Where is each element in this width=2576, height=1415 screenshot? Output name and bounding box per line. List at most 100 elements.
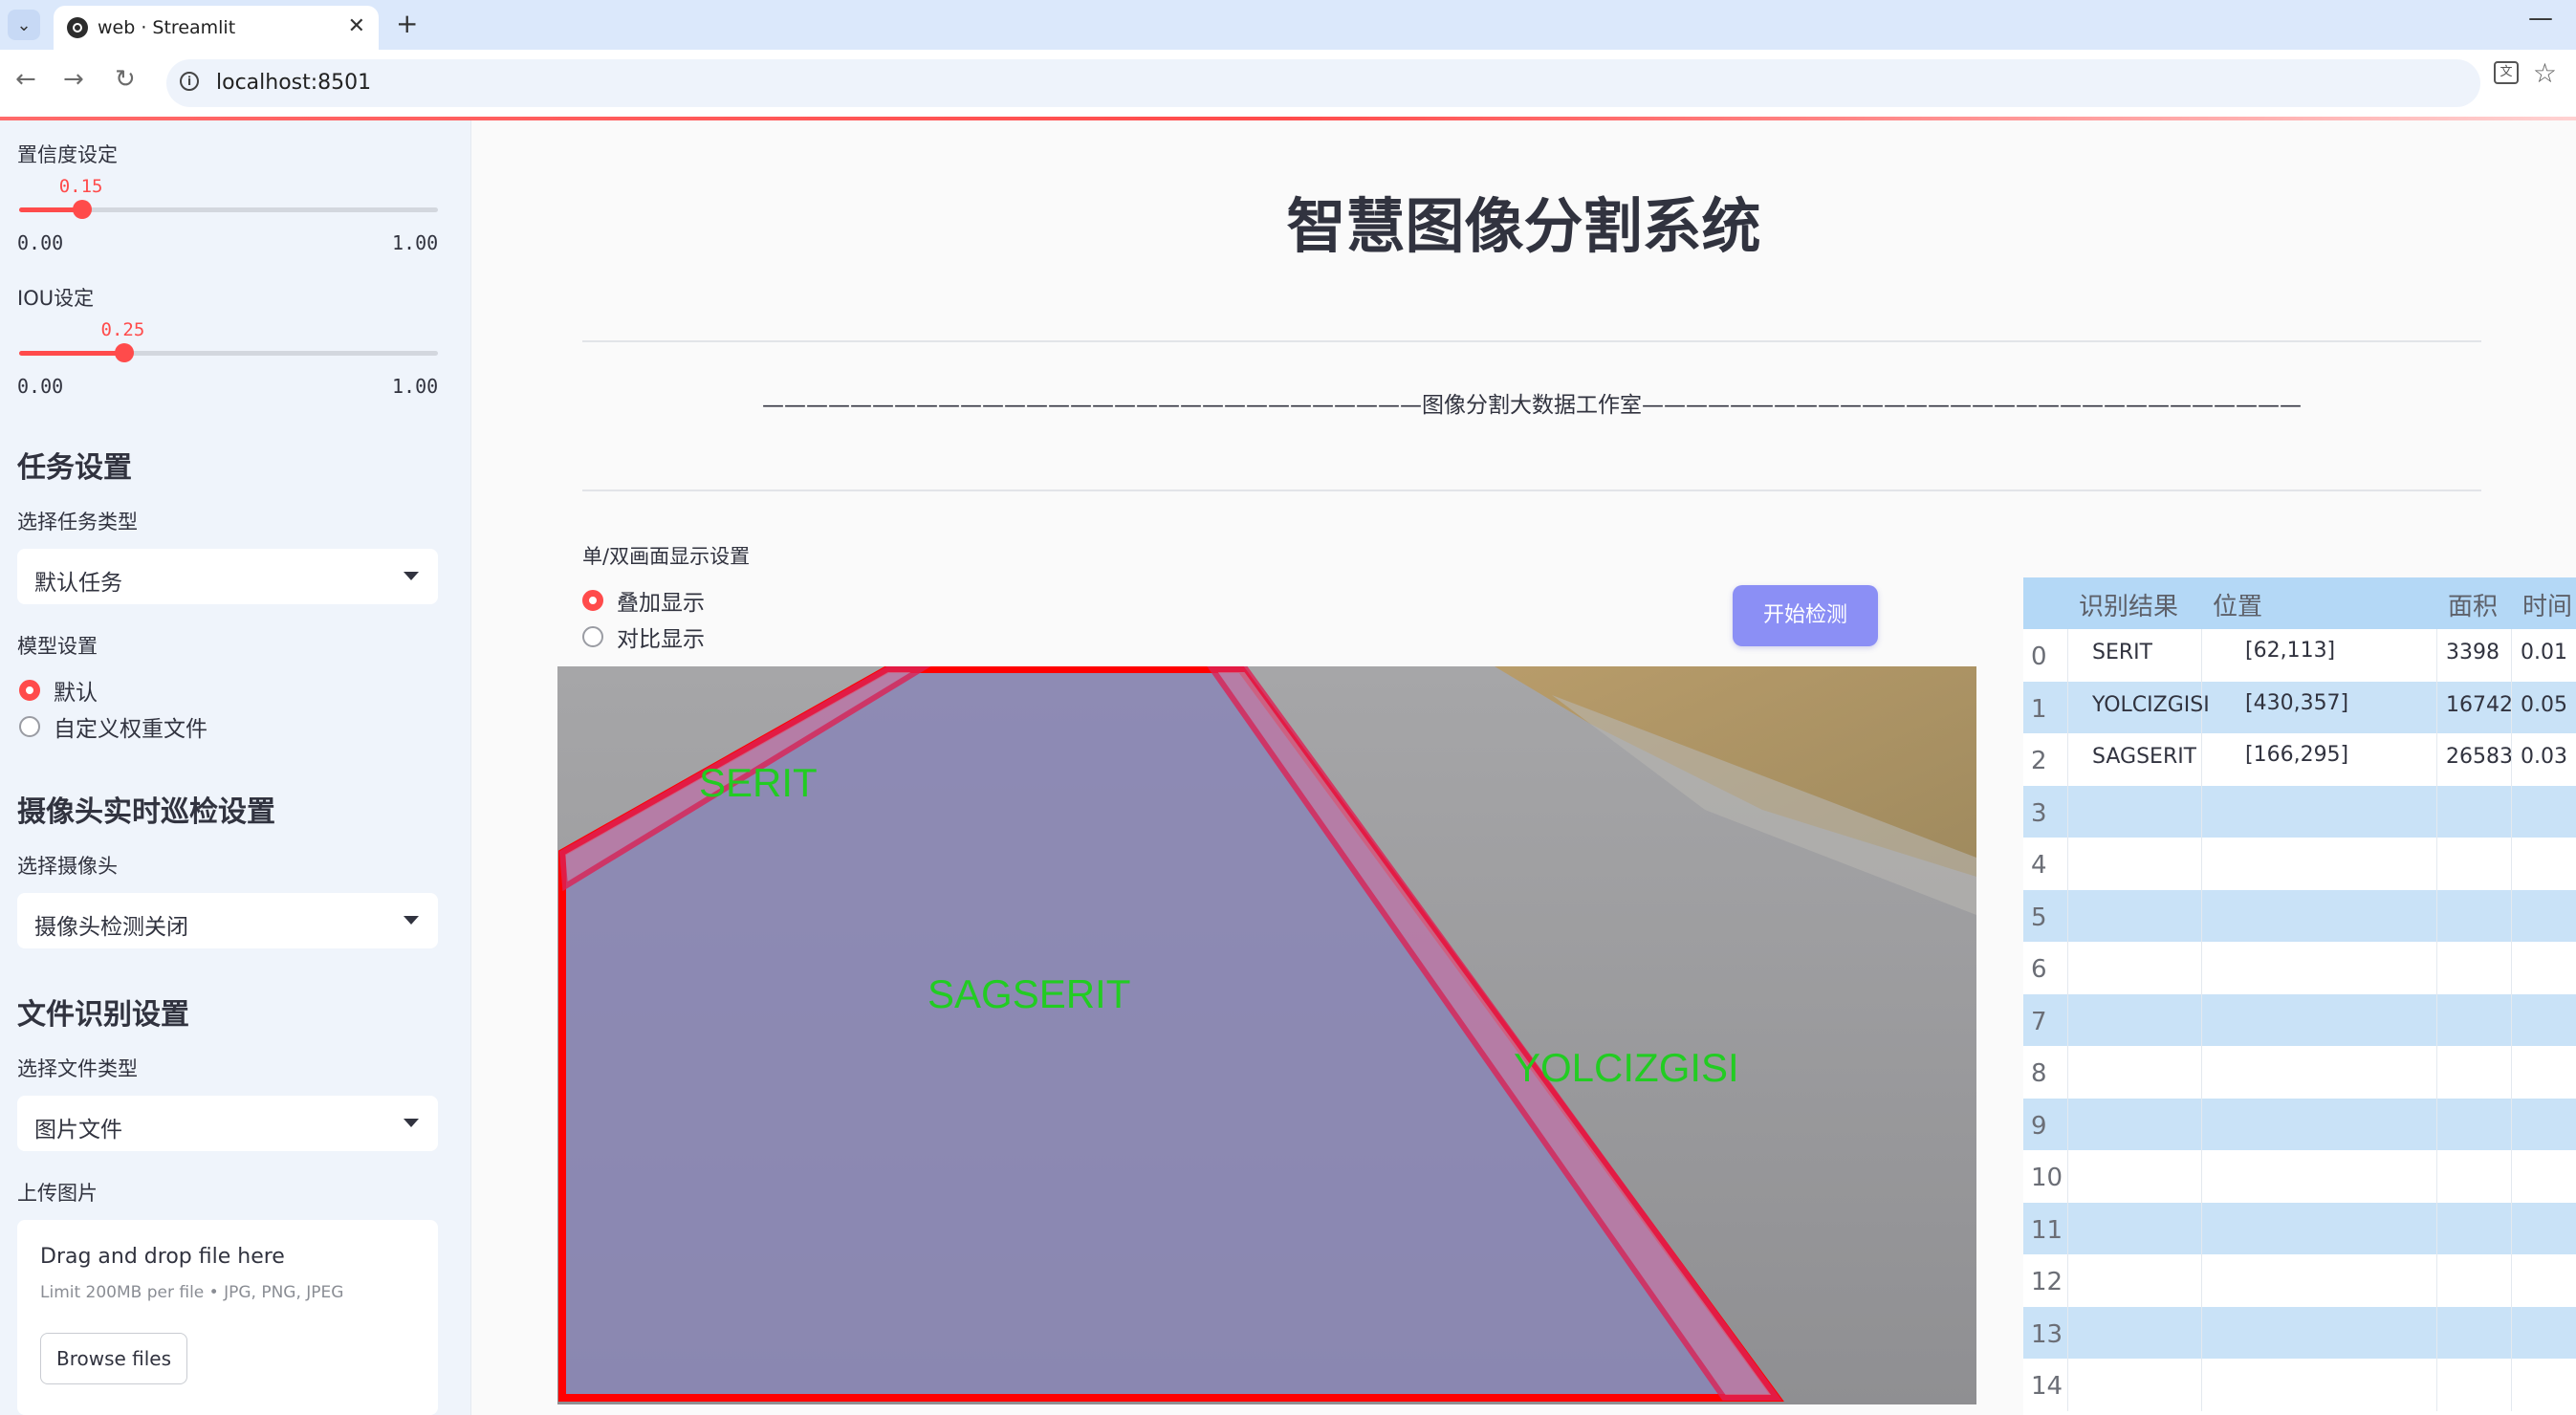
model-option-label: 自定义权重文件: [54, 717, 207, 742]
table-row[interactable]: 8: [2023, 1046, 2576, 1099]
results-table[interactable]: 识别结果 位置 面积 时间 0 SERIT [62,113] 3398 0.01 1 YOLCIZG…: [2023, 577, 2576, 1415]
confidence-slider-thumb[interactable]: [72, 200, 92, 219]
task-type-select[interactable]: 默认任务: [17, 549, 438, 604]
model-option-default[interactable]: 默认: [19, 675, 98, 706]
cell-area: 265838: [2446, 745, 2511, 769]
address-bar[interactable]: i localhost:8501: [166, 59, 2480, 107]
table-row[interactable]: 10: [2023, 1150, 2576, 1203]
grid-line: [2511, 785, 2512, 838]
row-index: 12: [2031, 1268, 2063, 1296]
column-header[interactable]: 时间: [2522, 587, 2572, 622]
radio-selected-icon[interactable]: [19, 680, 40, 701]
row-index: 1: [2031, 694, 2047, 724]
close-icon[interactable]: ✕: [348, 14, 365, 38]
new-tab-icon[interactable]: +: [396, 8, 418, 39]
grid-line: [2511, 993, 2512, 1046]
cell-result: YOLCIZGISI: [2092, 692, 2210, 717]
table-row[interactable]: 11: [2023, 1202, 2576, 1254]
browse-files-button[interactable]: Browse files: [40, 1333, 187, 1384]
grid-line: [2201, 889, 2202, 942]
table-row[interactable]: 9: [2023, 1098, 2576, 1150]
camera-heading: 摄像头实时巡检设置: [17, 795, 275, 829]
grid-line: [2511, 1098, 2512, 1150]
row-index: 5: [2031, 903, 2047, 932]
table-row[interactable]: 5: [2023, 889, 2576, 942]
cell-time: 0.03: [2521, 745, 2567, 769]
url-text[interactable]: localhost:8501: [216, 71, 371, 95]
camera-value: 摄像头检测关闭: [34, 915, 188, 940]
grid-line: [2436, 1046, 2437, 1099]
back-icon[interactable]: ←: [15, 65, 36, 94]
grid-line: [2436, 993, 2437, 1046]
iou-slider[interactable]: [19, 343, 438, 362]
column-header[interactable]: 位置: [2213, 587, 2262, 622]
table-row[interactable]: 6: [2023, 942, 2576, 994]
file-heading: 文件识别设置: [17, 998, 189, 1032]
cell-result: SERIT: [2092, 641, 2153, 664]
grid-line: [2436, 1306, 2437, 1359]
grid-line: [2201, 1046, 2202, 1099]
grid-line: [2067, 889, 2068, 942]
table-row[interactable]: 0 SERIT [62,113] 3398 0.01: [2023, 629, 2576, 682]
confidence-slider[interactable]: [19, 200, 438, 219]
grid-line: [2436, 629, 2437, 682]
table-row[interactable]: 13: [2023, 1306, 2576, 1359]
radio-unselected-icon[interactable]: [582, 626, 603, 647]
tab-search-button[interactable]: ⌄: [8, 10, 40, 40]
grid-line: [2067, 1359, 2068, 1411]
table-row[interactable]: 3: [2023, 785, 2576, 838]
minimize-icon[interactable]: —: [2528, 4, 2553, 33]
chevron-down-icon: [404, 572, 419, 580]
column-header[interactable]: 识别结果: [2079, 587, 2178, 622]
table-row[interactable]: 12: [2023, 1254, 2576, 1307]
display-option-overlay[interactable]: 叠加显示: [582, 585, 705, 616]
browser-tab[interactable]: web · Streamlit ✕: [54, 6, 379, 50]
grid-line: [2067, 993, 2068, 1046]
bookmark-star-icon[interactable]: ☆: [2533, 57, 2557, 89]
grid-line: [2511, 1150, 2512, 1203]
row-index: 14: [2031, 1372, 2063, 1401]
grid-line: [2511, 942, 2512, 994]
radio-selected-icon[interactable]: [582, 590, 603, 611]
translate-icon[interactable]: 文: [2494, 61, 2519, 84]
row-index: 9: [2031, 1111, 2047, 1141]
grid-line: [2511, 681, 2512, 733]
grid-line: [2201, 629, 2202, 682]
chevron-down-icon: [404, 1119, 419, 1127]
forward-icon[interactable]: →: [63, 65, 84, 94]
table-row[interactable]: 7: [2023, 993, 2576, 1046]
cell-area: 16742: [2446, 692, 2511, 717]
table-row[interactable]: 2 SAGSERIT [166,295] 265838 0.03: [2023, 733, 2576, 786]
grid-line: [2201, 785, 2202, 838]
table-row[interactable]: 14: [2023, 1359, 2576, 1411]
camera-select[interactable]: 摄像头检测关闭: [17, 893, 438, 948]
radio-unselected-icon[interactable]: [19, 716, 40, 737]
grid-line: [2201, 1150, 2202, 1203]
iou-label: IOU设定: [17, 287, 95, 310]
column-header[interactable]: 面积: [2448, 587, 2498, 622]
grid-line: [2067, 733, 2068, 786]
file-type-select[interactable]: 图片文件: [17, 1096, 438, 1151]
table-row[interactable]: 4: [2023, 838, 2576, 890]
grid-line: [2436, 733, 2437, 786]
table-row[interactable]: 1 YOLCIZGISI [430,357] 16742 0.05: [2023, 681, 2576, 733]
model-option-custom[interactable]: 自定义权重文件: [19, 711, 207, 742]
start-detection-button[interactable]: 开始检测: [1733, 585, 1878, 646]
reload-icon[interactable]: ↻: [115, 65, 136, 94]
grid-line: [2201, 1306, 2202, 1359]
grid-line: [2436, 838, 2437, 890]
grid-line: [2511, 1202, 2512, 1254]
file-dropzone[interactable]: Drag and drop file here Limit 200MB per …: [17, 1220, 438, 1415]
display-option-compare[interactable]: 对比显示: [582, 621, 705, 652]
row-index: 2: [2031, 747, 2047, 775]
grid-line: [2436, 1150, 2437, 1203]
display-option-label: 叠加显示: [617, 591, 705, 616]
cell-position: [430,357]: [2245, 690, 2349, 715]
sidebar: 置信度设定 0.15 0.00 1.00 IOU设定 0.25 0.00 1.0…: [0, 120, 471, 1415]
row-index: 8: [2031, 1059, 2047, 1088]
grid-line: [2201, 942, 2202, 994]
info-icon[interactable]: i: [180, 72, 199, 91]
task-type-value: 默认任务: [34, 571, 122, 596]
iou-slider-thumb[interactable]: [114, 343, 134, 362]
grid-line: [2511, 733, 2512, 786]
